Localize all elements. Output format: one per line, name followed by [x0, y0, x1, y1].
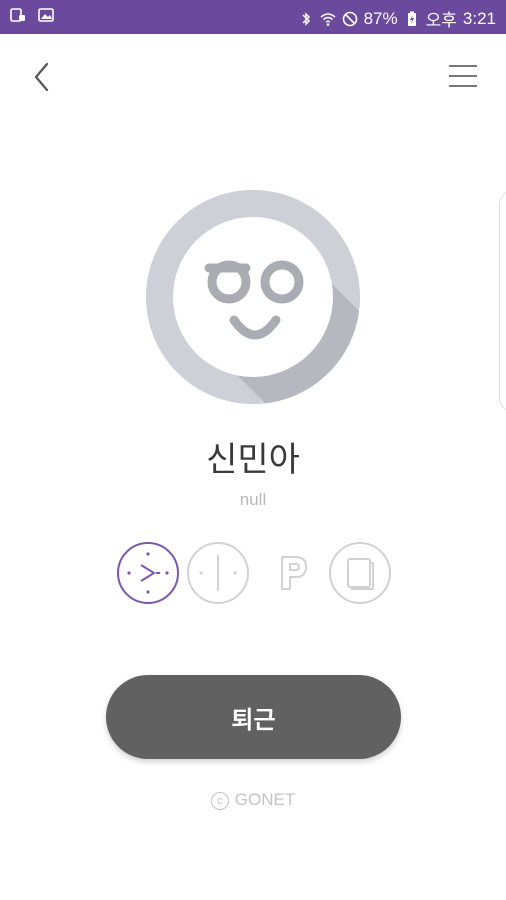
clock-center-button[interactable]	[186, 541, 250, 605]
battery-charging-icon	[407, 11, 416, 26]
bluetooth-icon	[302, 11, 310, 26]
status-bar: 87% 오후 3:21	[0, 0, 506, 34]
battery-percent: 87%	[363, 8, 398, 28]
document-icon	[329, 542, 391, 604]
wifi-icon	[320, 12, 336, 26]
smiley-face-icon	[146, 190, 360, 404]
screen-record-icon	[10, 8, 25, 22]
do-not-disturb-icon	[342, 11, 357, 26]
clock-time: 3:21	[462, 8, 496, 28]
profile-subtitle: null	[239, 490, 267, 509]
parking-icon	[281, 556, 307, 590]
action-icon-row	[116, 541, 396, 605]
gallery-icon	[38, 8, 54, 22]
hamburger-menu-icon	[449, 65, 477, 87]
document-button[interactable]	[328, 541, 392, 605]
footer-copyright: c GONET	[0, 790, 506, 810]
brand-name: GONET	[234, 790, 296, 809]
time-period: 오후	[425, 11, 457, 30]
clock-in-button[interactable]	[116, 541, 180, 605]
back-button[interactable]	[26, 60, 60, 94]
clock-center-icon	[187, 542, 249, 604]
profile-name: 신민아	[206, 440, 300, 480]
menu-button[interactable]	[446, 60, 480, 94]
clock-out-button[interactable]: 퇴근	[106, 675, 401, 759]
clock-in-icon	[117, 542, 179, 604]
avatar	[146, 190, 360, 404]
side-card-edge[interactable]	[499, 190, 506, 412]
top-bar	[0, 34, 506, 118]
chevron-left-icon	[34, 62, 49, 92]
copyright-icon: c	[210, 791, 229, 810]
parking-button[interactable]	[260, 541, 324, 605]
